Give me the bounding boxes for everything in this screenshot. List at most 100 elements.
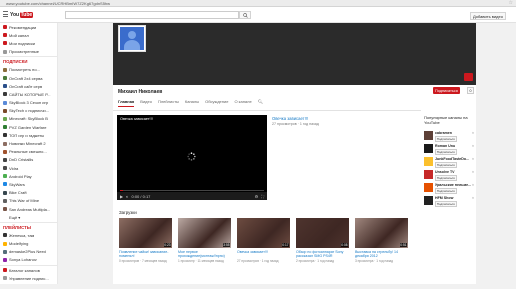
sidebar-item-label: Мой канал (9, 32, 29, 38)
subscribe-button[interactable]: Подписаться (435, 188, 457, 194)
add-video-button[interactable]: Добавить видео (470, 12, 506, 20)
subscription-item[interactable]: OnCraft 2x4 серва (0, 74, 57, 82)
sidebar-item[interactable]: Мой канал (0, 31, 57, 39)
subscription-item[interactable]: Новинки Minecraft 2 (0, 139, 57, 147)
channel-tab[interactable]: Каналы (185, 99, 199, 107)
video-thumbnail[interactable]: 0:51 (355, 218, 408, 248)
channel-name[interactable]: cabramen (435, 131, 452, 135)
video-player[interactable]: Овечка зависает!!! ▶ 🔈︎ 0:00 / 0:17 ⚙ ⛶ (117, 115, 267, 200)
channel-avatar[interactable] (118, 25, 146, 52)
progress-bar[interactable] (120, 190, 264, 191)
subscription-item[interactable]: SkyBlock 3 Сезон игр (0, 99, 57, 107)
sidebar-item[interactable]: Рекомендации (0, 23, 57, 31)
video-title[interactable]: Обзор по фотоаппарат Sony рассказал SMG … (296, 250, 350, 259)
star-icon[interactable]: ☆ (509, 0, 513, 6)
playlists-heading[interactable]: ПЛЕЙЛИСТЫ (0, 223, 57, 231)
close-icon[interactable]: × (472, 170, 474, 174)
channel-avatar[interactable] (424, 196, 433, 205)
popular-channel[interactable]: JunkFoodTasteDo... Подписаться × (424, 157, 474, 168)
channel-name[interactable]: Roman Unu (435, 144, 455, 148)
uploads-heading[interactable]: Загрузки (119, 210, 137, 215)
volume-icon[interactable]: 🔈︎ (126, 194, 128, 199)
featured-video-title[interactable]: Овечка зависает!!! (272, 116, 308, 121)
subscription-item[interactable]: Vidra (0, 164, 57, 172)
channel-tab[interactable]: Видео (140, 99, 152, 107)
close-icon[interactable]: × (472, 196, 474, 200)
search-button[interactable] (239, 11, 251, 19)
playlist-item[interactable]: Sonya Lohanov (0, 256, 57, 264)
channel-avatar[interactable] (424, 183, 433, 192)
subscription-item[interactable]: DnD Cristallis (0, 156, 57, 164)
video-title[interactable]: Мое первое прохождение(монтаж!!прпо) (178, 250, 232, 259)
settings-icon[interactable]: ⚙ (255, 194, 259, 199)
video-thumbnail[interactable]: 0:17 (237, 218, 290, 248)
subscription-item[interactable]: Bike Craft (0, 189, 57, 197)
playlist-item[interactable]: Modelfying (0, 240, 57, 248)
sidebar-bottom-item[interactable]: Каталог каналов (0, 266, 57, 274)
subscription-item[interactable]: This War of Mine (0, 197, 57, 205)
channel-avatar[interactable] (424, 170, 433, 179)
search-icon[interactable]: 🔍︎ (258, 99, 263, 107)
subscription-item[interactable]: PVZ Garden Warfare (0, 123, 57, 131)
subscription-item[interactable]: SkyWars (0, 180, 57, 188)
video-thumbnail[interactable]: 0:23 (119, 218, 172, 248)
sidebar-bottom-item[interactable]: Управление подпис... (0, 274, 57, 282)
channel-name[interactable]: HFM Show (435, 196, 453, 200)
video-thumbnail[interactable]: 3:55 (178, 218, 231, 248)
channel-tab[interactable]: О канале (234, 99, 251, 107)
guide-sidebar: Рекомендации Мой канал Мои подписки Просмот… (0, 23, 58, 289)
channel-name[interactable]: JunkFoodTasteDo... (435, 157, 469, 161)
subscribe-button[interactable]: Подписаться (433, 87, 460, 94)
youtube-logo[interactable]: You Tube (10, 11, 34, 19)
popular-channel[interactable]: HFM Show Подписаться × (424, 196, 474, 207)
play-icon[interactable]: ▶ (120, 194, 123, 199)
channel-tab[interactable]: Обсуждение (205, 99, 228, 107)
url-text[interactable]: www.youtube.com/channel/UCRHBmIW7Z2Kg67g… (6, 1, 110, 6)
close-icon[interactable]: × (472, 131, 474, 135)
sidebar-item[interactable]: Просмотренные (0, 48, 57, 56)
close-icon[interactable]: × (472, 157, 474, 161)
popular-channel[interactable]: Roman Unu Подписаться × (424, 144, 474, 155)
subscribe-button[interactable]: Подписаться (435, 175, 457, 181)
subscriptions-heading[interactable]: ПОДПИСКИ (0, 58, 57, 66)
video-thumbnail[interactable]: 0:08 (296, 218, 349, 248)
popular-channel[interactable]: cabramen Подписаться × (424, 131, 474, 142)
subscribe-button[interactable]: Подписаться (435, 149, 457, 155)
subscription-item[interactable]: OnCraft сайт серв (0, 82, 57, 90)
subscription-item[interactable]: Посмотреть по... (0, 66, 57, 74)
channel-name[interactable]: Unsolve TV (435, 170, 455, 174)
youtube-badge-icon[interactable] (464, 73, 473, 81)
channel-tab[interactable]: Плейлисты (158, 99, 179, 107)
subscription-item[interactable]: САЙТЫ КОТОРЫЕ Р... (0, 90, 57, 98)
subscribe-button[interactable]: Подписаться (435, 201, 457, 207)
subscription-item[interactable]: San Andreas Multipla... (0, 205, 57, 213)
channel-tab[interactable]: Главная (118, 99, 135, 107)
player-title[interactable]: Овечка зависает!!! (120, 117, 153, 121)
subscribe-button[interactable]: Подписаться (435, 136, 457, 142)
subscribe-button[interactable]: Подписаться (435, 162, 457, 168)
menu-icon[interactable] (3, 11, 8, 17)
channel-avatar[interactable] (424, 157, 433, 166)
channel-avatar[interactable] (424, 144, 433, 153)
channel-name[interactable]: Уральские пельме... (435, 183, 471, 187)
popular-channel[interactable]: Unsolve TV Подписаться × (424, 170, 474, 181)
playlist-item[interactable]: Женечка, там (0, 231, 57, 239)
playlist-item[interactable]: demaske2Plus Need (0, 248, 57, 256)
video-title[interactable]: Овечка зависает!!! (237, 250, 291, 254)
video-title[interactable]: Выставка на стрельбу! 14 декабря 2012 (355, 250, 409, 259)
subscription-item[interactable]: Реальные смешно... (0, 148, 57, 156)
close-icon[interactable]: × (472, 183, 474, 187)
popular-channel[interactable]: Уральские пельме... Подписаться × (424, 183, 474, 194)
subscription-item[interactable]: Android Play (0, 172, 57, 180)
sidebar-item[interactable]: Мои подписки (0, 39, 57, 47)
search-input[interactable] (65, 11, 239, 19)
subscription-item[interactable]: Minecraft: SkyBlock B (0, 115, 57, 123)
sidebar-item-label: Vidra (9, 165, 19, 171)
fullscreen-icon[interactable]: ⛶ (261, 194, 264, 199)
video-title[interactable]: Появление чайки! зависание-поменял! (119, 250, 173, 259)
subscription-item[interactable]: Ещё ▾ (0, 213, 57, 221)
channel-avatar[interactable] (424, 131, 433, 140)
subscription-item[interactable]: ТОП игр и гаджеты (0, 131, 57, 139)
close-icon[interactable]: × (472, 144, 474, 148)
subscription-item[interactable]: SkyTech с подписчи... (0, 107, 57, 115)
